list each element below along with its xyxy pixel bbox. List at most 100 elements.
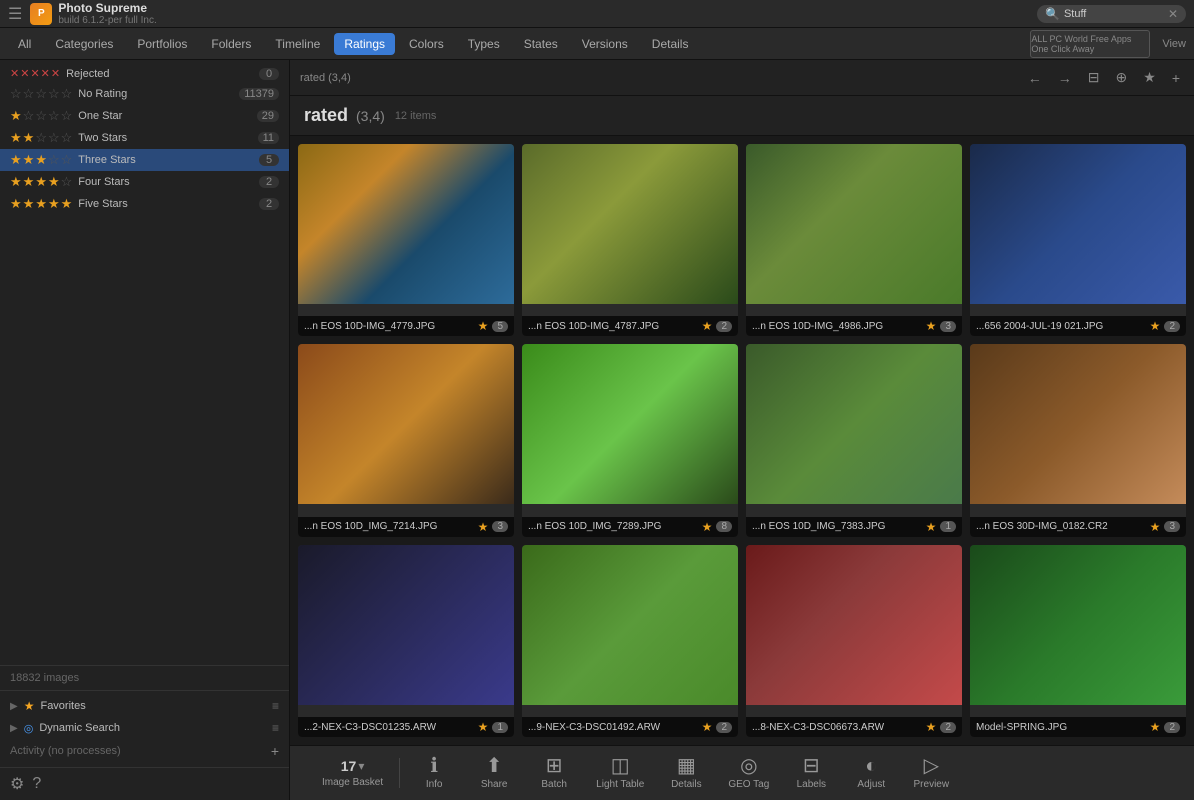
photo-label-bar-12: Model-SPRING.JPG★2: [970, 717, 1186, 737]
photo-thumb-9: [298, 545, 514, 705]
photo-label-bar-7: ...n EOS 10D_IMG_7383.JPG★1: [746, 517, 962, 537]
photo-label-bar-1: ...n EOS 10D-IMG_4779.JPG★5: [298, 316, 514, 336]
tab-timeline[interactable]: Timeline: [265, 33, 330, 55]
photo-label-bar-10: ...9-NEX-C3-DSC01492.ARW★2: [522, 717, 738, 737]
rated-items: 12 items: [395, 110, 437, 122]
favorites-more-icon[interactable]: ≡: [272, 699, 279, 713]
top-bar: ☰ P Photo Supreme build 6.1.2-per full I…: [0, 0, 1194, 28]
sidebar-item-favorites[interactable]: ▶ ★ Favorites ≡: [0, 695, 289, 717]
tab-types[interactable]: Types: [458, 33, 510, 55]
search-icon: 🔍: [1045, 7, 1060, 21]
photo-thumb-8: [970, 344, 1186, 504]
photo-name-12: Model-SPRING.JPG: [976, 722, 1146, 733]
five-stars-label: Five Stars: [78, 198, 259, 210]
stack-button[interactable]: ⊕: [1112, 67, 1132, 88]
activity-row: Activity (no processes) +: [0, 739, 289, 763]
rating-row-two-stars[interactable]: ★ ★ ☆ ☆ ☆ Two Stars 11: [0, 127, 289, 149]
rating-row-no-rating[interactable]: ☆ ☆ ☆ ☆ ☆ No Rating 11379: [0, 83, 289, 105]
photo-num-3: 3: [940, 321, 956, 332]
filter-button[interactable]: ⊟: [1084, 67, 1104, 88]
tab-versions[interactable]: Versions: [572, 33, 638, 55]
light-table-button[interactable]: ◫ Light Table: [584, 752, 656, 794]
photo-item-1[interactable]: ...n EOS 10D-IMG_4779.JPG★5: [298, 144, 514, 336]
adjust-button[interactable]: ◐ Adjust: [841, 752, 901, 794]
favorite-header-button[interactable]: ★: [1139, 67, 1160, 88]
app-sub: build 6.1.2-per full Inc.: [58, 15, 156, 26]
no-rating-stars: ☆ ☆ ☆ ☆ ☆: [10, 86, 72, 102]
basket-expand-icon[interactable]: ▾: [358, 759, 364, 773]
details-button[interactable]: ▦ Details: [656, 752, 716, 794]
add-header-button[interactable]: +: [1168, 68, 1184, 88]
photo-item-5[interactable]: ...n EOS 10D_IMG_7214.JPG★3: [298, 344, 514, 536]
batch-icon: ⊞: [546, 756, 563, 776]
share-button[interactable]: ⬆ Share: [464, 752, 524, 794]
one-star-stars: ★ ☆ ☆ ☆ ☆: [10, 108, 72, 124]
photo-num-6: 8: [716, 521, 732, 532]
photo-num-9: 1: [492, 722, 508, 733]
photo-num-5: 3: [492, 521, 508, 532]
add-sidebar-button[interactable]: +: [271, 743, 279, 759]
photo-item-10[interactable]: ...9-NEX-C3-DSC01492.ARW★2: [522, 545, 738, 737]
dynamic-search-label: Dynamic Search: [39, 722, 266, 734]
photo-star-7: ★: [926, 520, 937, 534]
tab-portfolios[interactable]: Portfolios: [127, 33, 197, 55]
search-input[interactable]: [1064, 8, 1164, 20]
dynamic-search-icon: ◎: [24, 722, 34, 735]
help-icon[interactable]: ?: [32, 775, 41, 793]
photo-thumb-7: [746, 344, 962, 504]
photo-thumb-10: [522, 545, 738, 705]
photo-item-11[interactable]: ...8-NEX-C3-DSC06673.ARW★2: [746, 545, 962, 737]
sidebar-item-dynamic-search[interactable]: ▶ ◎ Dynamic Search ≡: [0, 717, 289, 739]
dynamic-search-more-icon[interactable]: ≡: [272, 721, 279, 735]
share-label: Share: [481, 779, 508, 790]
photo-label-bar-9: ...2-NEX-C3-DSC01235.ARW★1: [298, 717, 514, 737]
photo-item-4[interactable]: ...656 2004-JUL-19 021.JPG★2: [970, 144, 1186, 336]
rating-row-rejected[interactable]: ✕ ✕ ✕ ✕ ✕ Rejected 0: [0, 64, 289, 83]
back-button[interactable]: ←: [1024, 68, 1046, 88]
rating-row-one-star[interactable]: ★ ☆ ☆ ☆ ☆ One Star 29: [0, 105, 289, 127]
photo-item-8[interactable]: ...n EOS 30D-IMG_0182.CR2★3: [970, 344, 1186, 536]
tab-states[interactable]: States: [514, 33, 568, 55]
labels-button[interactable]: ⊟ Labels: [781, 752, 841, 794]
preview-button[interactable]: ▷ Preview: [901, 752, 961, 794]
rated-header: rated (3,4) 12 items: [290, 96, 1194, 136]
breadcrumb: rated (3,4): [300, 72, 351, 84]
rating-row-four-stars[interactable]: ★ ★ ★ ★ ☆ Four Stars 2: [0, 171, 289, 193]
tab-categories[interactable]: Categories: [45, 33, 123, 55]
photo-thumb-1: [298, 144, 514, 304]
tab-colors[interactable]: Colors: [399, 33, 454, 55]
photo-item-9[interactable]: ...2-NEX-C3-DSC01235.ARW★1: [298, 545, 514, 737]
photo-name-5: ...n EOS 10D_IMG_7214.JPG: [304, 521, 474, 532]
labels-icon: ⊟: [803, 756, 820, 776]
image-basket-button[interactable]: 17 ▾ Image Basket: [310, 754, 395, 792]
preview-icon: ▷: [924, 756, 939, 776]
tab-all[interactable]: All: [8, 33, 41, 55]
photo-item-6[interactable]: ...n EOS 10D_IMG_7289.JPG★8: [522, 344, 738, 536]
settings-icon[interactable]: ⚙: [10, 774, 24, 794]
photo-thumb-11: [746, 545, 962, 705]
search-bar[interactable]: 🔍 ✕: [1037, 5, 1186, 23]
photo-item-7[interactable]: ...n EOS 10D_IMG_7383.JPG★1: [746, 344, 962, 536]
photo-item-2[interactable]: ...n EOS 10D-IMG_4787.JPG★2: [522, 144, 738, 336]
geo-tag-button[interactable]: ◎ GEO Tag: [716, 752, 781, 794]
photo-thumb-6: [522, 344, 738, 504]
tab-folders[interactable]: Folders: [201, 33, 261, 55]
photo-item-3[interactable]: ...n EOS 10D-IMG_4986.JPG★3: [746, 144, 962, 336]
batch-button[interactable]: ⊞ Batch: [524, 752, 584, 794]
info-button[interactable]: ℹ Info: [404, 752, 464, 794]
bottom-toolbar: 17 ▾ Image Basket ℹ Info ⬆ Share ⊞ Batch…: [290, 745, 1194, 800]
view-button[interactable]: View: [1162, 38, 1186, 50]
app-logo: P Photo Supreme build 6.1.2-per full Inc…: [30, 1, 156, 26]
photo-name-11: ...8-NEX-C3-DSC06673.ARW: [752, 722, 922, 733]
tab-details[interactable]: Details: [642, 33, 699, 55]
content-area: rated (3,4) ← → ⊟ ⊕ ★ + rated (3,4) 12 i…: [290, 60, 1194, 800]
rating-row-five-stars[interactable]: ★ ★ ★ ★ ★ Five Stars 2: [0, 193, 289, 215]
rating-row-three-stars[interactable]: ★ ★ ★ ☆ ☆ Three Stars 5: [0, 149, 289, 171]
hamburger-icon[interactable]: ☰: [8, 4, 22, 24]
photo-item-12[interactable]: Model-SPRING.JPG★2: [970, 545, 1186, 737]
expand-favorites-icon: ▶: [10, 701, 18, 712]
tab-ratings[interactable]: Ratings: [334, 33, 395, 55]
photo-name-2: ...n EOS 10D-IMG_4787.JPG: [528, 321, 698, 332]
forward-button[interactable]: →: [1054, 68, 1076, 88]
search-clear-icon[interactable]: ✕: [1168, 7, 1178, 21]
